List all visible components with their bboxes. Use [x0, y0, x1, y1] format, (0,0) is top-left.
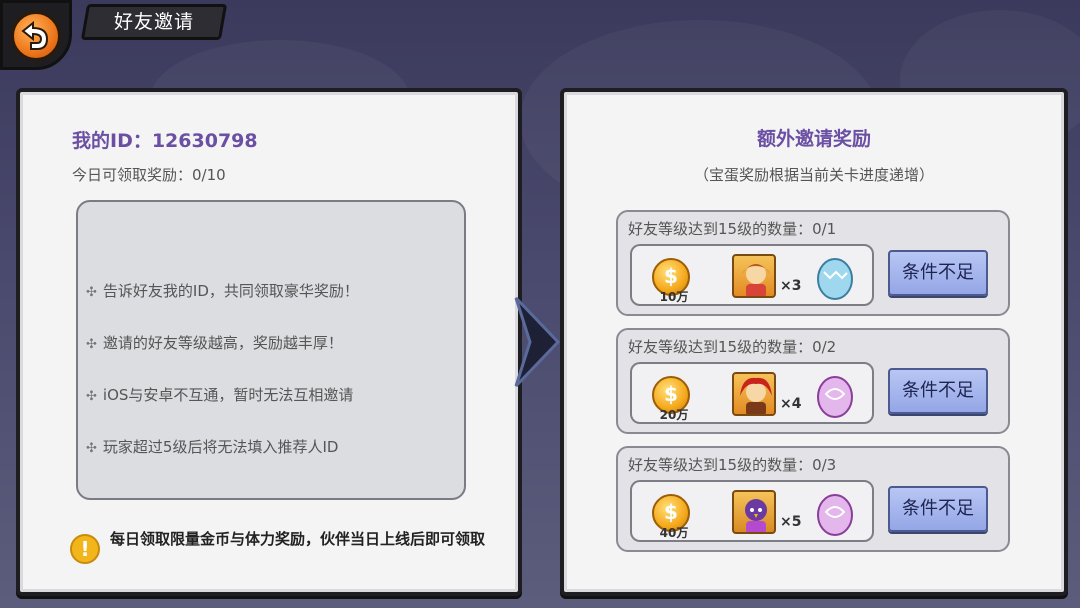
tip-text: iOS与安卓不互通，暂时无法互相邀请 [102, 386, 354, 404]
sparkle-bullet-icon: ✣ [86, 285, 97, 300]
reward-condition: 好友等级达到15级的数量：0/1 [628, 220, 837, 238]
back-button[interactable] [0, 0, 72, 70]
reward-items: $ 10万 ×3 [630, 244, 874, 306]
my-id-label: 我的ID：12630798 [72, 130, 258, 152]
sparkle-bullet-icon: ✣ [86, 441, 97, 456]
warning-icon: ! [70, 534, 100, 564]
reward-items: $ 20万 ×4 [630, 362, 874, 424]
extra-reward-title: 额外邀请奖励 [756, 128, 871, 150]
back-arrow-icon [21, 21, 49, 50]
egg-icon [817, 494, 853, 536]
reward-card: 好友等级达到15级的数量：0/2 $ 20万 ×4 条件不足 [616, 328, 1010, 434]
page-title-tab: 好友邀请 [80, 4, 228, 40]
extra-reward-panel: 额外邀请奖励 （宝蛋奖励根据当前关卡进度递增） 好友等级达到15级的数量：0/1… [560, 88, 1068, 596]
hero-card-icon [732, 490, 776, 534]
extra-reward-subtitle: （宝蛋奖励根据当前关卡进度递增） [693, 166, 934, 184]
tip-item: ✣ iOS与安卓不互通，暂时无法互相邀请 [86, 384, 353, 405]
claim-button[interactable]: 条件不足 [888, 250, 988, 296]
reward-items: $ 40万 ×5 [630, 480, 874, 542]
page-title: 好友邀请 [113, 11, 194, 33]
tip-text: 邀请的好友等级越高，奖励越丰厚！ [102, 334, 343, 352]
egg-icon [817, 376, 853, 418]
daily-notice: ! 每日领取限量金币与体力奖励，伙伴当日上线后即可领取 [70, 528, 490, 564]
chevron-right-icon [514, 296, 561, 388]
coin-amount: 20万 [659, 408, 689, 422]
reward-card: 好友等级达到15级的数量：0/3 $ 40万 ×5 条件不足 [616, 446, 1010, 552]
hero-card-icon [732, 372, 776, 416]
sparkle-bullet-icon: ✣ [86, 389, 97, 404]
sparkle-bullet-icon: ✣ [86, 337, 97, 352]
egg-icon [817, 258, 853, 300]
tip-item: ✣ 告诉好友我的ID，共同领取豪华奖励！ [86, 280, 359, 301]
invite-info-panel: 我的ID：12630798 今日可领取奖励：0/10 ✣ 告诉好友我的ID，共同领… [16, 88, 522, 596]
coin-amount: 40万 [659, 526, 689, 540]
tip-item: ✣ 玩家超过5级后将无法填入推荐人ID [86, 436, 338, 457]
claim-button[interactable]: 条件不足 [888, 368, 988, 414]
reward-card: 好友等级达到15级的数量：0/1 $ 10万 ×3 条件不足 [616, 210, 1010, 316]
hero-quantity: ×3 [780, 278, 802, 294]
reward-condition: 好友等级达到15级的数量：0/3 [628, 456, 837, 474]
coin-amount: 10万 [659, 290, 689, 304]
today-reward-count: 今日可领取奖励：0/10 [72, 166, 226, 184]
reward-condition: 好友等级达到15级的数量：0/2 [628, 338, 837, 356]
claim-button[interactable]: 条件不足 [888, 486, 988, 532]
tips-box: ✣ 告诉好友我的ID，共同领取豪华奖励！ ✣ 邀请的好友等级越高，奖励越丰厚！ ✣ i… [76, 200, 466, 500]
tip-text: 告诉好友我的ID，共同领取豪华奖励！ [102, 282, 359, 300]
tip-item: ✣ 邀请的好友等级越高，奖励越丰厚！ [86, 332, 343, 353]
hero-quantity: ×5 [780, 514, 802, 530]
hero-card-icon [732, 254, 776, 298]
notice-text: 每日领取限量金币与体力奖励，伙伴当日上线后即可领取 [110, 530, 486, 548]
hero-quantity: ×4 [780, 396, 802, 412]
tip-text: 玩家超过5级后将无法填入推荐人ID [102, 438, 339, 456]
